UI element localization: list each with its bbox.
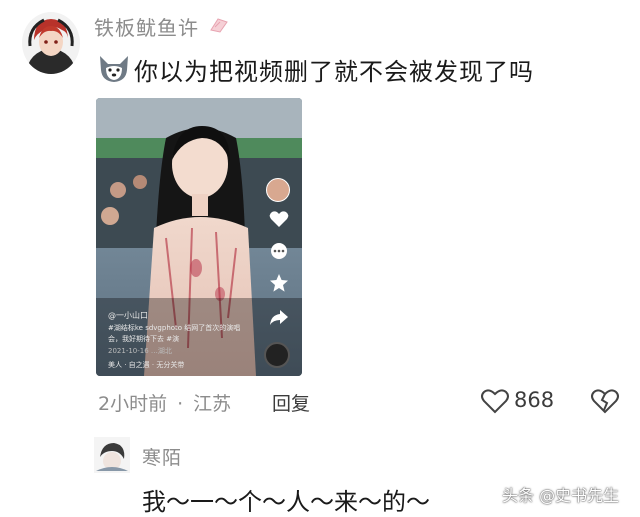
like-count: 868 — [514, 388, 555, 412]
heart-outline-icon[interactable] — [480, 387, 510, 415]
broken-heart-icon[interactable] — [590, 386, 620, 416]
video-caption-author: @一小山口 — [108, 311, 148, 320]
video-caption: #湖结标ke sdvgphoto 结网了首次的演唱 — [108, 324, 241, 332]
comment-icon[interactable] — [268, 240, 290, 262]
video-caption: 会，我好期待下去 #演 — [108, 335, 180, 343]
comment-text: 我～一～个～人～来～的～ — [142, 488, 430, 516]
watermark: 头条 @史书先生 — [502, 486, 620, 505]
user-avatar[interactable] — [22, 12, 80, 74]
reply-button[interactable]: 回复 — [272, 389, 310, 416]
comment-text: 你以为把视频删了就不会被发现了吗 — [134, 58, 534, 86]
star-icon[interactable] — [268, 272, 290, 294]
comment-location: 江苏 — [193, 393, 232, 415]
video-caption-date: 2021-10-16 …湖北 — [108, 347, 172, 355]
music-disc-icon[interactable] — [264, 342, 290, 368]
heart-icon[interactable] — [268, 208, 290, 230]
user-avatar[interactable] — [94, 437, 130, 473]
video-music-label: 美人 · 自之遇 · 无分关带 — [108, 361, 185, 369]
username[interactable]: 寒陌 — [142, 443, 182, 470]
username[interactable]: 铁板鱿鱼许 — [94, 12, 199, 41]
share-icon[interactable] — [268, 306, 290, 328]
comment-meta: 2小时前 · 江苏 — [98, 389, 231, 416]
level-badge-icon — [208, 16, 230, 34]
dog-emoji-icon — [96, 52, 132, 84]
video-thumbnail[interactable]: @一小山口 #湖结标ke sdvgphoto 结网了首次的演唱 会，我好期待下去… — [96, 98, 302, 376]
creator-avatar-icon[interactable] — [266, 178, 290, 202]
comment-time: 2小时前 — [98, 393, 168, 415]
separator-dot: · — [177, 393, 184, 415]
